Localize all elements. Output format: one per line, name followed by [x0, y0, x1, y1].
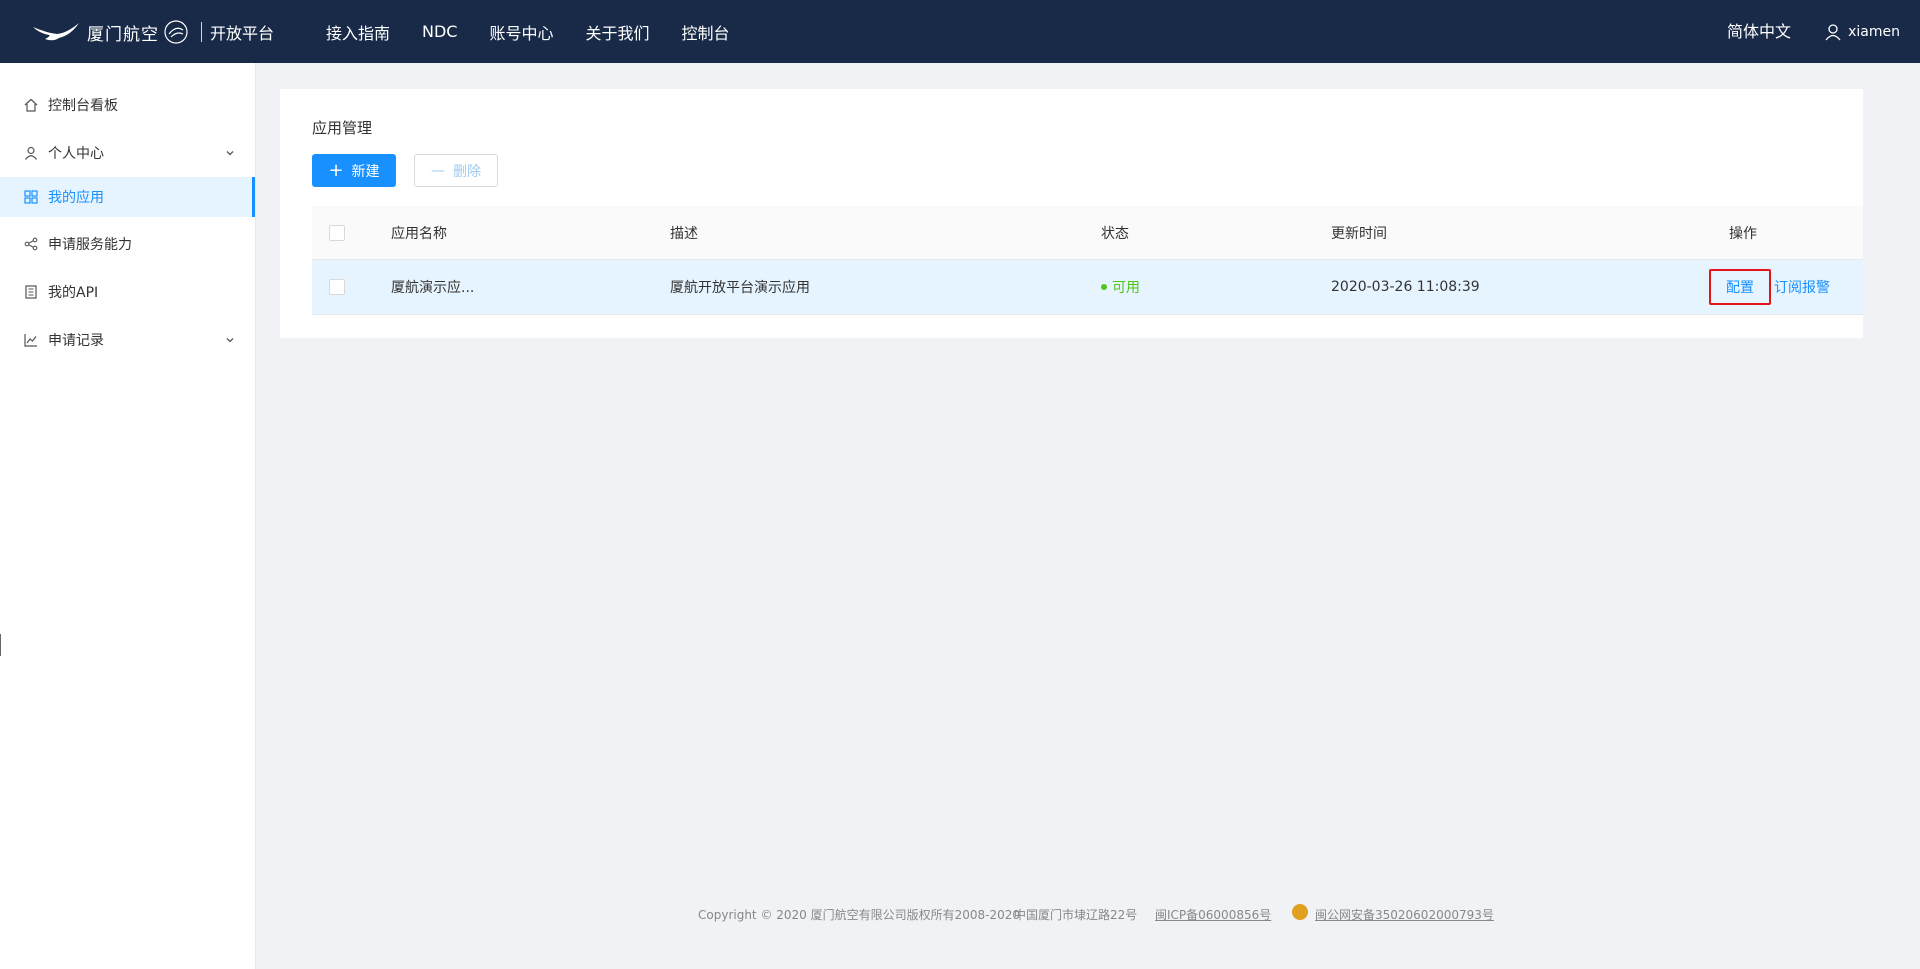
- user-menu[interactable]: xiamen: [1824, 0, 1900, 63]
- apps-icon: [24, 190, 38, 204]
- logo-divider: [201, 22, 202, 42]
- text-cursor: [0, 634, 1, 656]
- status-dot-icon: [1101, 284, 1107, 290]
- sidebar-item-label: 个人中心: [48, 146, 104, 162]
- xiamen-airlines-egret-icon: [33, 23, 79, 41]
- nav-console[interactable]: 控制台: [682, 20, 730, 44]
- nav-ndc[interactable]: NDC: [422, 22, 457, 41]
- police-badge-icon: [1292, 904, 1308, 920]
- copyright-text: Copyright © 2020 厦门航空有限公司版权所有2008-2020: [698, 908, 1021, 922]
- delete-button-label: 删除: [453, 163, 481, 180]
- main-nav: 接入指南 NDC 账号中心 关于我们 控制台: [310, 0, 746, 63]
- new-app-button[interactable]: + 新建: [312, 154, 396, 187]
- app-name: 厦航演示应...: [391, 280, 475, 296]
- sidebar-item-label: 我的API: [48, 285, 99, 301]
- sidebar-item-my-api[interactable]: 我的API: [0, 272, 255, 312]
- document-icon: [25, 285, 37, 299]
- address-text: 中国厦门市埭辽路22号: [1014, 908, 1138, 922]
- sidebar-item-dashboard[interactable]: 控制台看板: [0, 85, 255, 125]
- updated-time: 2020-03-26 11:08:39: [1331, 279, 1480, 295]
- status-text: 可用: [1112, 280, 1140, 296]
- username: xiamen: [1848, 23, 1900, 40]
- language-selector[interactable]: 简体中文: [1727, 0, 1791, 63]
- sidebar-item-personal-center[interactable]: 个人中心: [0, 133, 255, 173]
- configure-highlight-box: 配置: [1709, 269, 1771, 305]
- sidebar-item-label: 申请记录: [48, 333, 104, 349]
- configure-link[interactable]: 配置: [1726, 280, 1754, 296]
- nav-about-us[interactable]: 关于我们: [586, 20, 650, 44]
- user-icon: [25, 146, 37, 160]
- nav-access-guide[interactable]: 接入指南: [326, 20, 390, 44]
- sidebar-item-my-apps[interactable]: 我的应用: [0, 177, 255, 217]
- column-header-description: 描述: [670, 225, 698, 242]
- sidebar-item-label: 我的应用: [48, 190, 104, 206]
- sidebar-item-apply-service[interactable]: 申请服务能力: [0, 224, 255, 264]
- police-record-link[interactable]: 闽公网安备35020602000793号: [1315, 906, 1494, 923]
- sidebar-item-label: 控制台看板: [48, 98, 118, 114]
- select-all-checkbox-cell: [329, 206, 345, 259]
- row-actions: 配置 订阅报警: [1709, 260, 1830, 314]
- column-header-actions: 操作: [1729, 225, 1757, 242]
- plus-icon: +: [328, 159, 344, 181]
- chart-icon: [24, 334, 37, 347]
- brand-name: 厦门航空: [87, 24, 159, 45]
- subscribe-alerts-link[interactable]: 订阅报警: [1774, 277, 1830, 297]
- sidebar-item-label: 申请服务能力: [48, 237, 132, 253]
- seal-emblem-icon: [164, 20, 188, 44]
- app-management-panel: 应用管理 + 新建 — 删除 应用名称 描述 状态 更新时间 操作 厦航演示应.…: [280, 89, 1863, 338]
- logo[interactable]: 厦门航空 开放平台: [31, 16, 274, 48]
- row-checkbox[interactable]: [329, 279, 345, 295]
- select-all-checkbox[interactable]: [329, 224, 345, 241]
- table-row: 厦航演示应... 厦航开放平台演示应用 可用 2020-03-26 11:08:…: [312, 260, 1863, 315]
- minus-icon: —: [431, 162, 445, 179]
- apps-table: 应用名称 描述 状态 更新时间 操作 厦航演示应... 厦航开放平台演示应用 可…: [312, 206, 1863, 315]
- share-icon: [24, 237, 38, 251]
- page-title: 应用管理: [312, 119, 373, 137]
- status-badge: 可用: [1101, 260, 1140, 314]
- platform-name: 开放平台: [210, 24, 275, 43]
- row-checkbox-cell: [329, 260, 345, 314]
- delete-button[interactable]: — 删除: [414, 154, 498, 187]
- sidebar: 控制台看板 个人中心 我的应用 申请服务能力 我的API 申请记录: [0, 63, 256, 969]
- app-description: 厦航开放平台演示应用: [670, 280, 810, 296]
- icp-link[interactable]: 闽ICP备06000856号: [1155, 906, 1271, 923]
- chevron-down-icon: [226, 338, 234, 343]
- footer: Copyright © 2020 厦门航空有限公司版权所有2008-2020 中…: [0, 904, 1920, 926]
- chevron-down-icon: [226, 151, 234, 156]
- new-button-label: 新建: [351, 163, 380, 180]
- sidebar-item-application-records[interactable]: 申请记录: [0, 320, 255, 360]
- user-icon: [1825, 23, 1841, 40]
- top-navbar: 厦门航空 开放平台 接入指南 NDC 账号中心 关于我们 控制台 简体中文 xi…: [0, 0, 1920, 63]
- column-header-updated: 更新时间: [1331, 225, 1387, 242]
- column-header-name: 应用名称: [391, 225, 447, 242]
- table-header: 应用名称 描述 状态 更新时间 操作: [312, 206, 1863, 260]
- column-header-status: 状态: [1101, 225, 1129, 242]
- nav-account-center[interactable]: 账号中心: [489, 20, 553, 44]
- home-icon: [24, 98, 38, 112]
